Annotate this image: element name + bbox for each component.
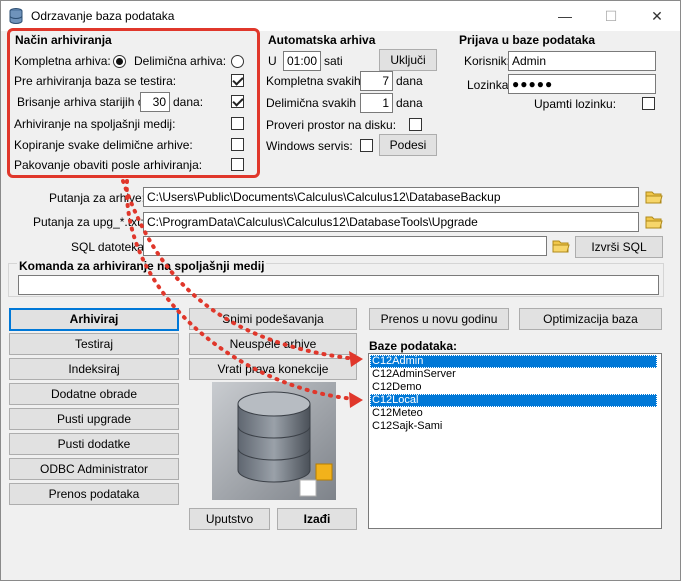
uputstvo-button[interactable]: Uputstvo — [189, 508, 270, 530]
list-item-label: C12Demo — [372, 381, 422, 393]
izvrsi-sql-button[interactable]: Izvrši SQL — [575, 236, 663, 258]
browse-folder-icon[interactable] — [551, 236, 571, 256]
ukljuci-button[interactable]: Uključi — [379, 49, 437, 71]
lozinka-input[interactable]: ●●●●● — [508, 74, 656, 94]
annotation-highlight-box — [7, 28, 260, 178]
time-input[interactable]: 01:00 — [283, 51, 321, 71]
list-item-label: C12Admin — [372, 355, 424, 367]
windows-servis-checkbox[interactable] — [360, 139, 373, 152]
upamti-lozinku-label: Upamti lozinku: — [534, 97, 617, 111]
pusti-dodatke-button[interactable]: Pusti dodatke — [9, 433, 179, 455]
prenos-nova-godina-button[interactable]: Prenos u novu godinu — [369, 308, 509, 330]
komanda-title: Komanda za arhiviranje na spoljašnji med… — [17, 259, 267, 273]
automatska-arhiva-title: Automatska arhiva — [268, 33, 376, 47]
putanja-upg-input[interactable]: C:\ProgramData\Calculus\Calculus12\Datab… — [143, 212, 639, 232]
korisnik-label: Korisnik: — [464, 54, 511, 68]
pusti-upgrade-button[interactable]: Pusti upgrade — [9, 408, 179, 430]
list-item[interactable]: C12Admin — [370, 355, 657, 368]
korisnik-input[interactable]: Admin — [508, 51, 656, 71]
podesi-button[interactable]: Podesi — [379, 134, 437, 156]
kompletna-svakih-input[interactable]: 7 — [360, 71, 393, 91]
komanda-input[interactable] — [18, 275, 659, 295]
proveri-prostor-label: Proveri prostor na disku: — [266, 118, 397, 132]
snimi-podesavanja-button[interactable]: Snimi podešavanja — [189, 308, 357, 330]
delimicna-dana-label: dana — [396, 96, 423, 110]
close-button[interactable]: ✕ — [634, 1, 680, 31]
app-window: Odrzavanje baza podataka — ☐ ✕ Način arh… — [0, 0, 681, 581]
list-item-label: C12Meteo — [372, 407, 423, 419]
kompletna-dana-label: dana — [396, 74, 423, 88]
list-item-label: C12AdminServer — [372, 368, 456, 380]
list-item[interactable]: C12Meteo — [370, 407, 657, 420]
maximize-button[interactable]: ☐ — [588, 1, 634, 31]
list-item[interactable]: C12Sajk-Sami — [370, 420, 657, 433]
baze-podataka-list[interactable]: C12Admin C12AdminServer C12Demo C12Local… — [368, 353, 662, 529]
list-item[interactable]: C12AdminServer — [370, 368, 657, 381]
putanja-upg-label: Putanja za upg_*.txt: — [33, 215, 144, 229]
sati-label: sati — [324, 54, 343, 68]
vrati-prava-button[interactable]: Vrati prava konekcije — [189, 358, 357, 380]
indeksiraj-button[interactable]: Indeksiraj — [9, 358, 179, 380]
delimicna-svakih-input[interactable]: 1 — [360, 93, 393, 113]
putanja-arhive-input[interactable]: C:\Users\Public\Documents\Calculus\Calcu… — [143, 187, 639, 207]
list-item-label: C12Sajk-Sami — [372, 420, 443, 432]
baze-podataka-title: Baze podataka: — [369, 339, 458, 353]
lozinka-label: Lozinka: — [467, 78, 512, 92]
list-item[interactable]: C12Demo — [370, 381, 657, 394]
list-item[interactable]: C12Local — [370, 394, 657, 407]
testiraj-button[interactable]: Testiraj — [9, 333, 179, 355]
database-logo-icon — [212, 382, 336, 500]
kompletna-svakih-label: Kompletna svakih — [266, 74, 361, 88]
odbc-administrator-button[interactable]: ODBC Administrator — [9, 458, 179, 480]
prijava-title: Prijava u baze podataka — [459, 33, 596, 47]
prenos-podataka-button[interactable]: Prenos podataka — [9, 483, 179, 505]
title-bar: Odrzavanje baza podataka — ☐ ✕ — [1, 1, 680, 31]
window-title: Odrzavanje baza podataka — [31, 9, 175, 23]
minimize-button[interactable]: — — [542, 1, 588, 31]
delimicna-svakih-label: Delimična svakih — [266, 96, 357, 110]
putanja-arhive-label: Putanja za arhive: — [49, 191, 146, 205]
list-item-label: C12Local — [372, 394, 419, 406]
browse-folder-icon[interactable] — [644, 212, 664, 232]
proveri-prostor-checkbox[interactable] — [409, 118, 422, 131]
dodatne-obrade-button[interactable]: Dodatne obrade — [9, 383, 179, 405]
sql-datoteka-input[interactable] — [143, 236, 547, 256]
neuspele-arhive-button[interactable]: Neuspele arhive — [189, 333, 357, 355]
windows-servis-label: Windows servis: — [266, 139, 353, 153]
optimizacija-baza-button[interactable]: Optimizacija baza — [519, 308, 662, 330]
u-label: U — [268, 54, 277, 68]
izadji-button[interactable]: Izađi — [277, 508, 357, 530]
upamti-lozinku-checkbox[interactable] — [642, 97, 655, 110]
arhiviraj-button[interactable]: Arhiviraj — [9, 308, 179, 331]
browse-folder-icon[interactable] — [644, 187, 664, 207]
database-icon — [9, 8, 23, 24]
sql-datoteka-label: SQL datoteka: — [71, 240, 148, 254]
